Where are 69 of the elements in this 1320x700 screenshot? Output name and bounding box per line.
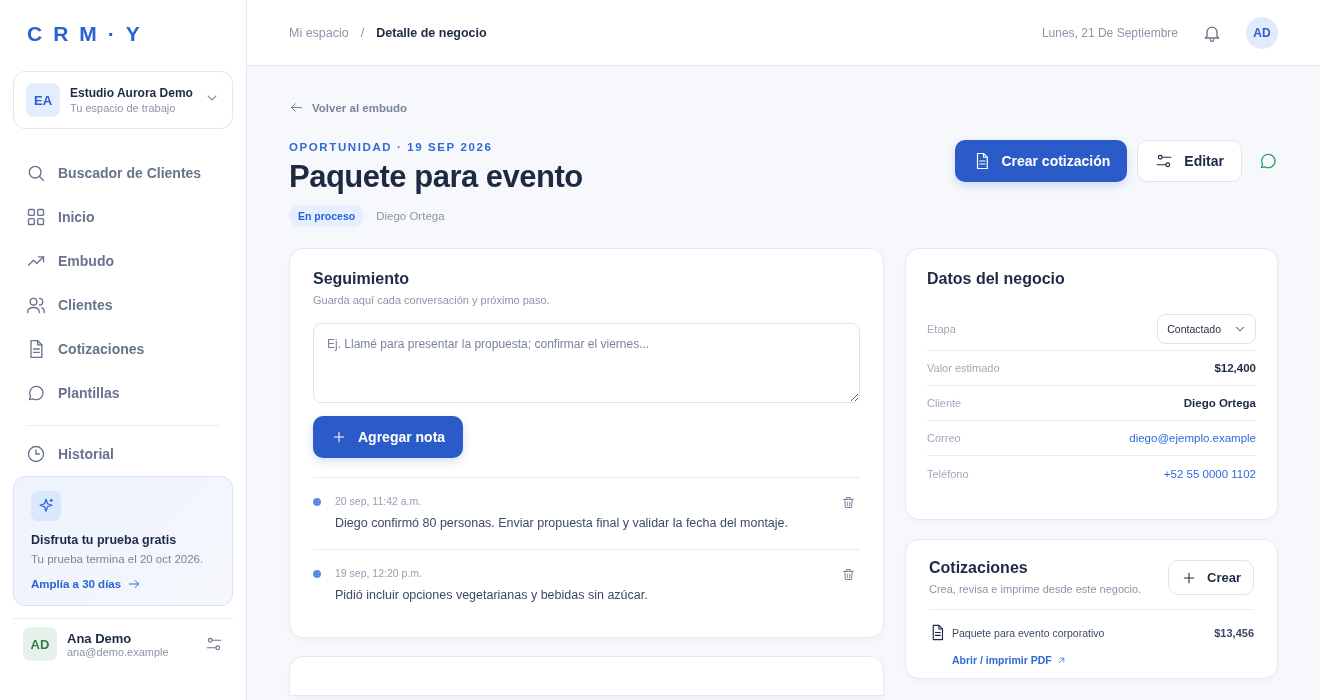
grid-icon — [26, 207, 46, 227]
card-subtitle: Guarda aquí cada conversación y próximo paso. — [313, 294, 551, 306]
field-link[interactable]: diego@ejemplo.example — [1129, 432, 1256, 444]
field-link[interactable]: +52 55 0000 1102 — [1163, 467, 1256, 480]
quote-amount: $13,456 — [1214, 626, 1254, 639]
trash-icon[interactable] — [841, 567, 856, 582]
field-value: Diego Ortega — [1183, 397, 1256, 409]
page-title: Paquete para evento — [289, 159, 583, 195]
edit-button[interactable]: Editar — [1137, 140, 1242, 182]
quote-name: Paquete para evento corporativo — [952, 626, 1106, 639]
user-name: Ana Demo — [67, 630, 133, 646]
chat-bubble-icon — [26, 383, 46, 403]
add-note-button[interactable]: Agregar nota — [313, 416, 464, 458]
user-avatar: AD — [23, 627, 57, 661]
card-title: Datos del negocio — [927, 270, 1066, 288]
create-quote-button[interactable]: Crear cotización — [955, 140, 1128, 182]
user-email: ana@demo.example — [67, 645, 170, 658]
arrow-right-icon — [127, 577, 142, 591]
nav-item[interactable]: Inicio — [13, 195, 233, 239]
workspace-avatar: EA — [26, 83, 60, 117]
plus-icon — [331, 429, 347, 445]
note-text: Diego confirmó 80 personas. Enviar propuesta final y validar la fecha del montaje. — [335, 516, 790, 530]
workspace-name: Estudio Aurora Demo — [70, 86, 194, 100]
field-label: Teléfono — [927, 467, 969, 480]
note-field[interactable]: Ej. Llamé para presentar la propuesta; confirmar el viernes... — [313, 323, 860, 403]
field-label: Valor estimado — [927, 362, 1000, 374]
card-title: Cotizaciones — [929, 559, 1029, 577]
nav-item[interactable]: Clientes — [13, 283, 233, 327]
trial-text: Tu prueba termina el 20 oct 2026. — [31, 553, 205, 565]
workspace-subtitle: Tu espacio de trabajo — [70, 102, 177, 114]
logo: CRM·Y — [26, 21, 151, 47]
trash-icon[interactable] — [841, 495, 856, 510]
settings-icon[interactable] — [205, 635, 223, 653]
nav-item[interactable]: Cotizaciones — [13, 327, 233, 371]
arrow-left-icon — [289, 100, 304, 115]
chat-bubble-icon[interactable] — [1258, 151, 1278, 171]
breadcrumb-current[interactable]: Detalle de negocio — [376, 25, 487, 40]
trial-title: Disfruta tu prueba gratis — [31, 533, 178, 547]
current-date: Lunes, 21 De Septiembre — [1041, 25, 1178, 40]
user-avatar[interactable]: AD — [1246, 16, 1278, 49]
field-label: Correo — [927, 432, 961, 444]
breadcrumb-separator: / — [360, 25, 365, 40]
note-time: 19 sep, 12:20 p.m. — [335, 567, 423, 579]
field-value: $12,400 — [1214, 362, 1256, 374]
card-title: Seguimiento — [313, 270, 410, 288]
field-label: Cliente — [927, 397, 962, 409]
nav-item[interactable]: Embudo — [13, 239, 233, 283]
eyebrow-label: OPORTUNIDAD · 19 SEP 2026 — [289, 141, 494, 153]
search-icon — [26, 163, 46, 183]
breadcrumb-link[interactable]: Mi espacio — [289, 25, 349, 40]
nav-item[interactable]: Buscador de Clientes — [13, 151, 233, 195]
users-icon — [26, 295, 46, 315]
workspace-switcher[interactable]: EA Estudio Aurora Demo Tu espacio de trabajo — [13, 71, 233, 129]
extend-trial-link[interactable]: Amplía a 30 días — [31, 577, 142, 591]
sparkle-icon — [31, 491, 61, 521]
card-subtitle: Crea, revisa e imprime desde este negocio. — [929, 583, 1142, 595]
note-text: Pidió incluir opciones vegetarianas y bebidas sin azúcar. — [335, 588, 649, 602]
note-time: 20 sep, 11:42 a.m. — [335, 495, 423, 507]
create-button[interactable]: Crear — [1168, 560, 1254, 595]
clock-icon — [26, 444, 46, 464]
owner-name: Diego Ortega — [376, 210, 445, 222]
sliders-icon — [1155, 152, 1174, 170]
nav-item[interactable]: Historial — [13, 432, 233, 476]
stage-select[interactable]: Contactado — [1157, 313, 1256, 344]
nav-item[interactable]: Plantillas — [13, 371, 233, 415]
back-link[interactable]: Volver al embudo — [289, 100, 407, 115]
open-pdf-link[interactable]: Abrir / imprimir PDF — [952, 654, 1067, 666]
status-badge: En proceso — [289, 205, 365, 227]
field-label: Etapa — [927, 322, 956, 335]
